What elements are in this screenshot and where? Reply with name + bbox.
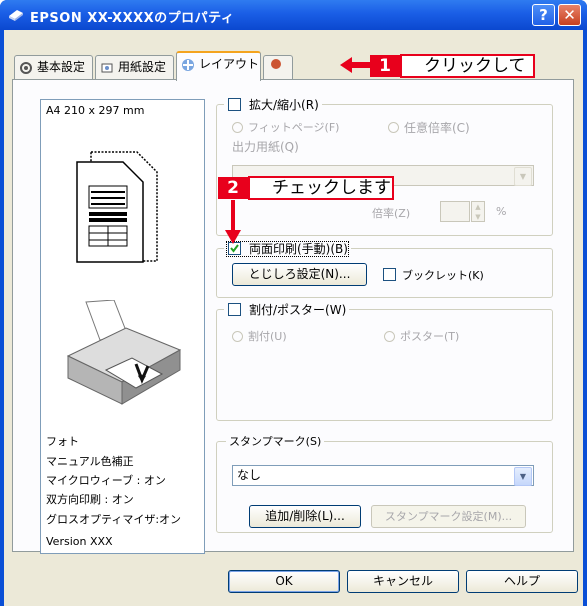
any-ratio-radio[interactable] (388, 122, 399, 133)
poster-groupbox (216, 309, 553, 421)
help-button[interactable]: ヘルプ (466, 570, 578, 593)
stamp-settings-button[interactable]: スタンプマーク設定(M)... (371, 505, 526, 528)
close-button[interactable]: ✕ (558, 4, 581, 26)
duplex-checkbox-label: 両面印刷(手動)(B) (226, 241, 349, 257)
paper-size-text: A4 210 x 297 mm (46, 104, 145, 117)
callout-1-arrow-icon (338, 54, 370, 76)
preview-line-color: マニュアル色補正 (46, 455, 134, 468)
booklet-label: ブックレット(K) (402, 269, 484, 282)
window-title: EPSON XX-XXXXのプロパティ (30, 11, 235, 26)
printer-icon (8, 7, 24, 23)
add-delete-button[interactable]: 追加/削除(L)... (249, 505, 361, 528)
fit-page-label: フィットページ(F) (248, 121, 340, 134)
scale-checkbox-row[interactable]: 拡大/縮小(R) (224, 96, 322, 113)
percent-label: % (496, 205, 507, 218)
stamp-select-value: なし (237, 468, 262, 482)
scale-checkbox[interactable] (228, 98, 241, 111)
booklet-checkbox[interactable] (383, 268, 396, 281)
poster-checkbox-label: 割付/ポスター(W) (249, 303, 347, 317)
margin-settings-button[interactable]: とじしろ設定(N)... (232, 263, 367, 286)
poster-radio[interactable] (384, 331, 395, 342)
stamp-group-title: スタンプマーク(S) (226, 433, 325, 449)
title-bar[interactable]: EPSON XX-XXXXのプロパティ ? ✕ (0, 0, 587, 30)
split-label: 割付(U) (248, 330, 287, 343)
close-icon: ✕ (563, 6, 576, 24)
cancel-button[interactable]: キャンセル (347, 570, 459, 593)
preview-line-gloss: グロスオプティマイザ:オン (46, 513, 182, 526)
layout-icon (181, 57, 195, 71)
any-ratio-label: 任意倍率(C) (404, 121, 470, 135)
duplex-checkbox-row[interactable]: 両面印刷(手動)(B) (224, 240, 351, 257)
preview-line-bidirectional: 双方向印刷 : オン (46, 493, 134, 506)
ok-button[interactable]: OK (228, 570, 340, 593)
ratio-input[interactable] (440, 201, 470, 222)
stamp-select[interactable]: なし ▼ (232, 465, 534, 486)
tab-paper[interactable]: 用紙設定 (95, 55, 174, 79)
tab-layout-label: レイアウト (199, 57, 260, 71)
help-icon: ? (539, 6, 548, 24)
poster-checkbox-row[interactable]: 割付/ポスター(W) (224, 301, 350, 318)
fit-page-radio[interactable] (232, 122, 243, 133)
tab-basic[interactable]: 基本設定 (14, 55, 93, 79)
poster-label: ポスター(T) (400, 330, 460, 343)
output-paper-label: 出力用紙(Q) (232, 140, 299, 154)
version-text: Version XXX (46, 535, 113, 548)
tab-more[interactable] (263, 55, 293, 79)
callout-1-text: クリックして (400, 54, 535, 78)
printer-illustration-icon (58, 299, 184, 410)
paper-settings-icon (100, 60, 114, 74)
preview-line-microweave: マイクロウィーブ : オン (46, 474, 166, 487)
callout-2-number: 2 (218, 177, 248, 199)
help-title-button[interactable]: ? (532, 4, 555, 26)
maintenance-icon (268, 59, 284, 74)
tab-paper-label: 用紙設定 (118, 60, 167, 74)
tab-basic-label: 基本設定 (37, 60, 86, 74)
poster-checkbox[interactable] (228, 303, 241, 316)
chevron-down-icon: ▼ (514, 167, 532, 186)
gear-printer-icon (19, 60, 33, 74)
chevron-down-icon: ▼ (514, 467, 532, 486)
preview-line-photo: フォト (46, 435, 79, 448)
ratio-label: 倍率(Z) (372, 207, 411, 220)
document-layout-icon (75, 150, 159, 263)
ratio-spinner[interactable]: ▲ ▼ (471, 201, 485, 222)
split-radio[interactable] (232, 331, 243, 342)
callout-1-number: 1 (370, 55, 400, 77)
callout-2-arrow-icon (224, 200, 242, 244)
tab-layout[interactable]: レイアウト (176, 51, 261, 81)
callout-2-text: チェックします (248, 176, 394, 200)
